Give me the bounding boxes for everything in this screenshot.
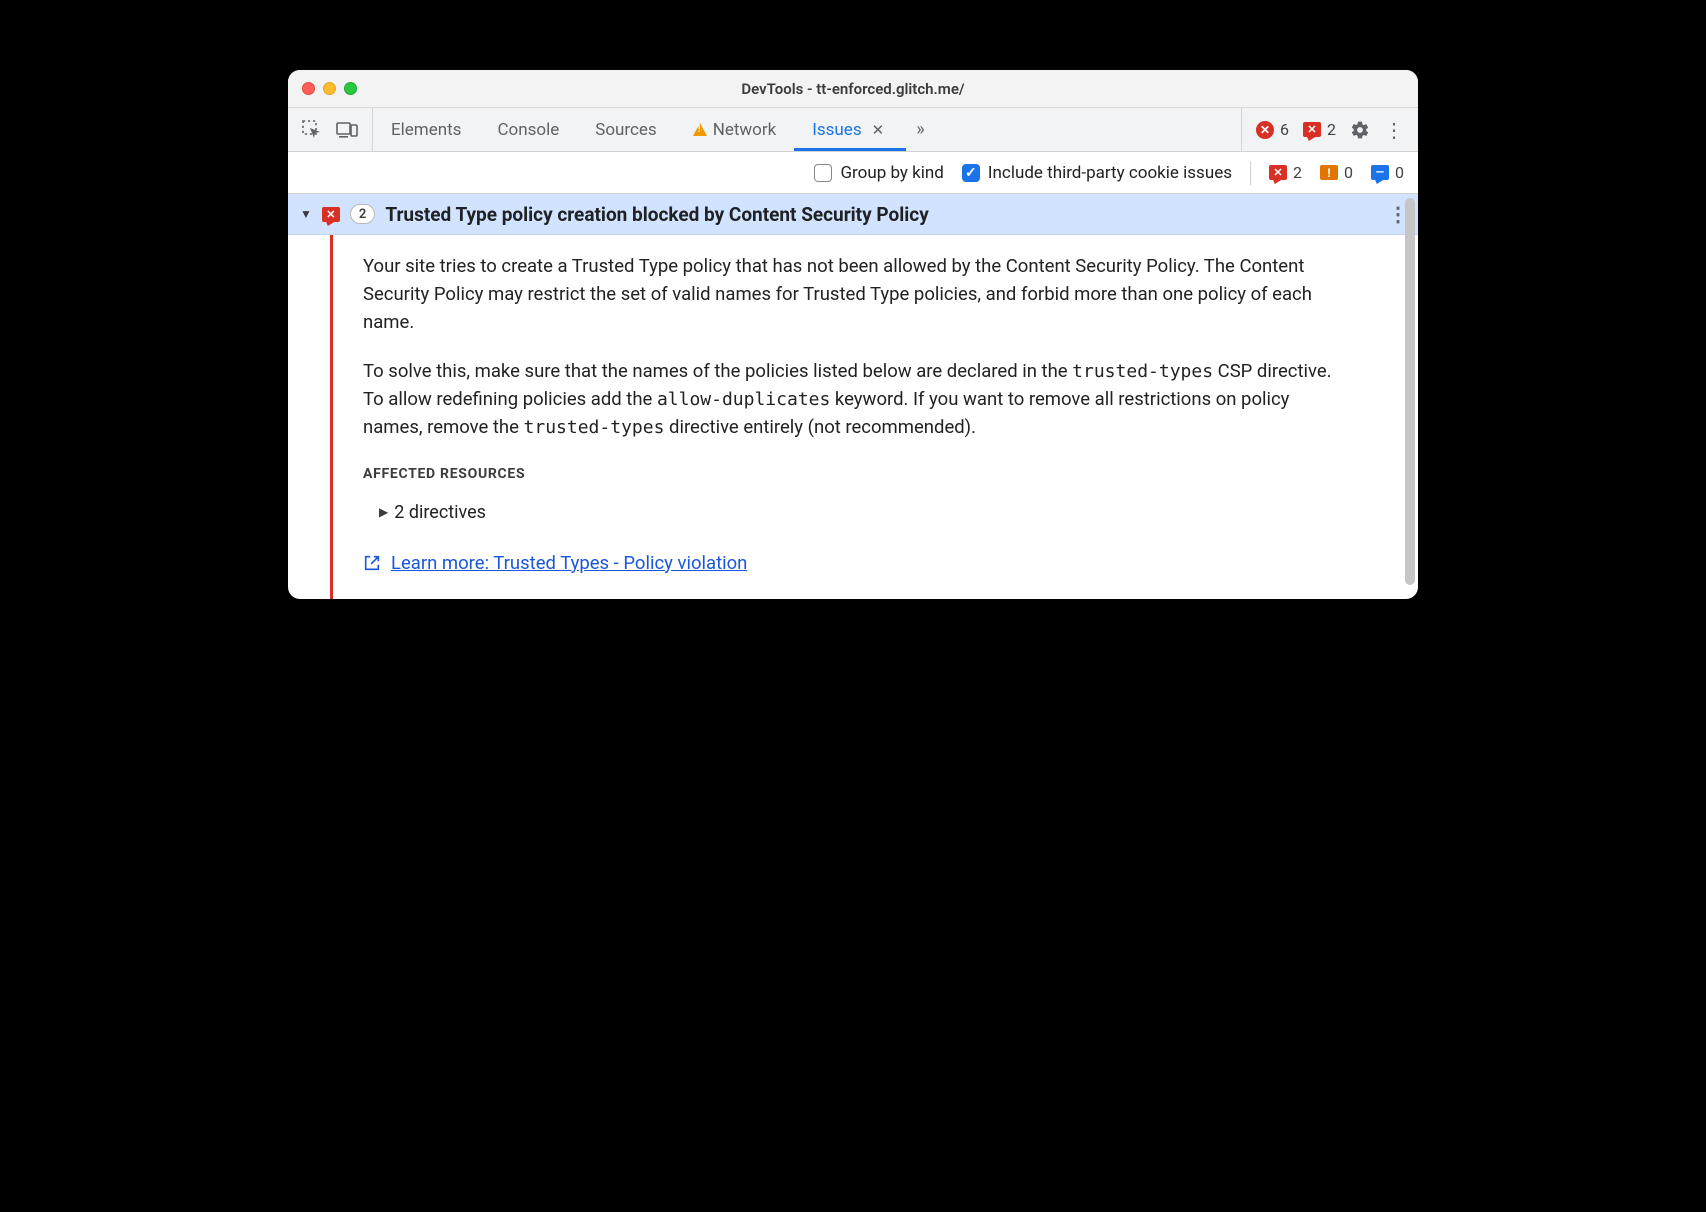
settings-button[interactable]: [1350, 120, 1370, 140]
tab-console[interactable]: Console: [479, 108, 577, 151]
tab-issues[interactable]: Issues ✕: [794, 108, 906, 151]
count: 0: [1344, 163, 1353, 182]
tab-network[interactable]: Network: [675, 108, 795, 151]
tab-label: Network: [713, 120, 777, 140]
checkbox-label: Group by kind: [840, 163, 943, 183]
disclosure-triangle-icon: ▶: [379, 503, 388, 521]
filter-errors-stat[interactable]: ✕ 2: [1269, 163, 1302, 182]
checkbox-unchecked-icon: [814, 164, 832, 182]
error-count: 6: [1280, 120, 1289, 139]
devtools-window: DevTools - tt-enforced.glitch.me/ Elemen…: [288, 70, 1418, 599]
warning-tag-icon: !: [1320, 165, 1338, 180]
affected-count: 2 directives: [394, 499, 486, 526]
issue-body: Your site tries to create a Trusted Type…: [330, 235, 1418, 599]
tab-elements[interactable]: Elements: [373, 108, 479, 151]
page-errors-stat[interactable]: ✕ 2: [1303, 120, 1336, 139]
error-tag-icon: ✕: [1269, 165, 1287, 180]
count: 2: [1293, 163, 1302, 182]
count: 0: [1395, 163, 1404, 182]
device-toolbar-icon[interactable]: [336, 121, 358, 139]
more-options-button[interactable]: ⋮: [1384, 124, 1404, 136]
tab-sources[interactable]: Sources: [577, 108, 674, 151]
affected-directives-row[interactable]: ▶ 2 directives: [379, 499, 1338, 526]
issue-title: Trusted Type policy creation blocked by …: [385, 203, 928, 226]
issue-row-header[interactable]: ▼ ✕ 2 Trusted Type policy creation block…: [288, 194, 1418, 235]
error-circle-icon: ✕: [1256, 121, 1274, 139]
main-toolbar: Elements Console Sources Network Issues …: [288, 108, 1418, 152]
inspect-element-icon[interactable]: [302, 120, 322, 140]
warning-triangle-icon: [693, 123, 707, 136]
close-tab-icon[interactable]: ✕: [868, 121, 889, 139]
more-tabs-button[interactable]: »: [906, 108, 929, 151]
checkbox-checked-icon: ✓: [962, 164, 980, 182]
affected-resources-heading: AFFECTED RESOURCES: [363, 464, 1338, 485]
issue-paragraph: To solve this, make sure that the names …: [363, 358, 1338, 441]
tab-label: Sources: [595, 120, 656, 140]
external-link-icon: [363, 554, 381, 572]
group-by-kind-checkbox[interactable]: Group by kind: [814, 163, 943, 183]
titlebar: DevTools - tt-enforced.glitch.me/: [288, 70, 1418, 108]
chevrons-right-icon: »: [916, 119, 919, 140]
disclosure-triangle-icon[interactable]: ▼: [300, 207, 312, 221]
page-error-count: 2: [1327, 120, 1336, 139]
tab-label: Issues: [812, 120, 861, 140]
code: trusted-types: [524, 417, 665, 438]
checkbox-label: Include third-party cookie issues: [988, 163, 1232, 183]
issues-list: ▼ ✕ 2 Trusted Type policy creation block…: [288, 194, 1418, 599]
code: allow-duplicates: [657, 389, 830, 410]
window-title: DevTools - tt-enforced.glitch.me/: [288, 80, 1418, 98]
tab-label: Elements: [391, 120, 461, 140]
learn-more-text[interactable]: Learn more: Trusted Types - Policy viola…: [391, 550, 747, 578]
gear-icon: [1350, 120, 1370, 140]
console-errors-stat[interactable]: ✕ 6: [1256, 120, 1289, 139]
filter-info-stat[interactable]: — 0: [1371, 163, 1404, 182]
issue-count-badge: 2: [350, 204, 375, 224]
error-tag-icon: ✕: [322, 207, 340, 222]
tab-label: Console: [497, 120, 559, 140]
learn-more-link[interactable]: Learn more: Trusted Types - Policy viola…: [363, 550, 1338, 578]
code: trusted-types: [1072, 361, 1213, 382]
filter-bar: Group by kind ✓ Include third-party cook…: [288, 152, 1418, 194]
issue-paragraph: Your site tries to create a Trusted Type…: [363, 253, 1338, 336]
scrollbar-thumb[interactable]: [1405, 198, 1415, 585]
error-tag-icon: ✕: [1303, 122, 1321, 137]
scrollbar[interactable]: [1405, 198, 1415, 585]
info-tag-icon: —: [1371, 165, 1389, 180]
filter-warnings-stat[interactable]: ! 0: [1320, 163, 1353, 182]
divider: [1250, 161, 1251, 185]
include-third-party-checkbox[interactable]: ✓ Include third-party cookie issues: [962, 163, 1232, 183]
